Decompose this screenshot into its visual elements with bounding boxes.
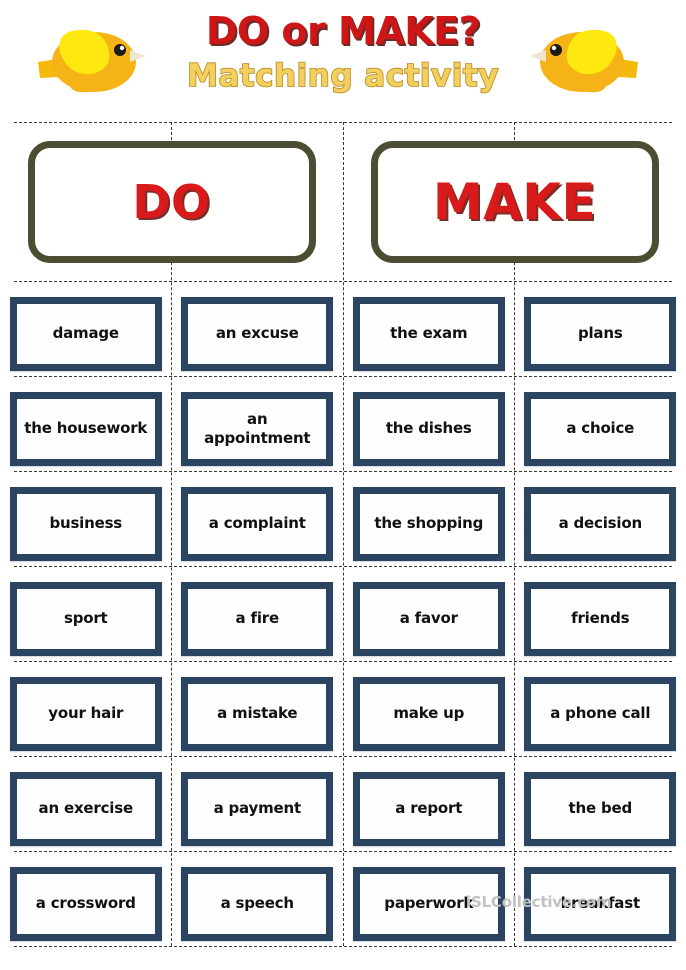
word-card[interactable]: a payment bbox=[181, 771, 334, 846]
card-row: the housework an appointment the dishes … bbox=[0, 381, 686, 476]
category-header-row: DO MAKE bbox=[0, 132, 686, 272]
word-card-label: the dishes bbox=[385, 419, 472, 437]
word-card-label: sport bbox=[63, 609, 108, 627]
card-cell: an excuse bbox=[172, 286, 344, 381]
word-card[interactable]: your hair bbox=[9, 676, 162, 751]
card-cell: a report bbox=[343, 761, 515, 856]
word-card-label: the shopping bbox=[374, 514, 484, 532]
word-card-label: a speech bbox=[220, 894, 295, 912]
watermark: iSLCollective.com bbox=[466, 893, 612, 911]
card-cell: an appointment bbox=[172, 381, 344, 476]
word-card[interactable]: an appointment bbox=[181, 391, 334, 466]
card-cell: a mistake bbox=[172, 666, 344, 761]
word-card-label: the bed bbox=[568, 799, 633, 817]
word-card-label: plans bbox=[577, 324, 623, 342]
word-card[interactable]: friends bbox=[524, 581, 677, 656]
word-card[interactable]: the shopping bbox=[352, 486, 505, 561]
card-cell: a complaint bbox=[172, 476, 344, 571]
word-card[interactable]: a report bbox=[352, 771, 505, 846]
card-cell: business bbox=[0, 476, 172, 571]
category-label-make: MAKE bbox=[432, 173, 597, 231]
word-card-label: damage bbox=[52, 324, 120, 342]
word-card[interactable]: the bed bbox=[524, 771, 677, 846]
word-card-label: a payment bbox=[213, 799, 302, 817]
card-cell: the bed bbox=[515, 761, 686, 856]
card-cell: an exercise bbox=[0, 761, 172, 856]
word-card-label: a favor bbox=[399, 609, 458, 627]
card-cell: a fire bbox=[172, 571, 344, 666]
word-card-label: a mistake bbox=[217, 704, 298, 722]
word-card[interactable]: sport bbox=[9, 581, 162, 656]
word-card[interactable]: the dishes bbox=[352, 391, 505, 466]
category-box-make[interactable]: MAKE bbox=[370, 141, 659, 263]
word-card[interactable]: plans bbox=[524, 296, 677, 371]
card-cell: the shopping bbox=[343, 476, 515, 571]
word-card[interactable]: a speech bbox=[181, 866, 334, 941]
card-row: business a complaint the shopping a deci… bbox=[0, 476, 686, 571]
word-card-label: an appointment bbox=[204, 409, 311, 447]
word-card[interactable]: the housework bbox=[9, 391, 162, 466]
category-cell-make: MAKE bbox=[343, 132, 686, 272]
card-cell: the exam bbox=[343, 286, 515, 381]
word-card[interactable]: an excuse bbox=[181, 296, 334, 371]
word-card[interactable]: a phone call bbox=[524, 676, 677, 751]
card-cell: damage bbox=[0, 286, 172, 381]
word-card-label: the housework bbox=[24, 419, 148, 437]
word-card[interactable]: the exam bbox=[352, 296, 505, 371]
word-card[interactable]: a decision bbox=[524, 486, 677, 561]
category-label-do: DO bbox=[132, 175, 211, 229]
word-card[interactable]: damage bbox=[9, 296, 162, 371]
word-card[interactable]: a choice bbox=[524, 391, 677, 466]
card-cell: a speech bbox=[172, 856, 344, 951]
card-cell: a crossword bbox=[0, 856, 172, 951]
word-card-label: a choice bbox=[566, 419, 635, 437]
card-cell: your hair bbox=[0, 666, 172, 761]
word-card-label: your hair bbox=[48, 704, 124, 722]
word-card-label: a report bbox=[395, 799, 463, 817]
card-cell: the housework bbox=[0, 381, 172, 476]
bird-icon bbox=[528, 18, 646, 100]
word-card[interactable]: a complaint bbox=[181, 486, 334, 561]
card-cell: sport bbox=[0, 571, 172, 666]
word-card[interactable]: make up bbox=[352, 676, 505, 751]
card-cell: a choice bbox=[515, 381, 686, 476]
word-card-label: an excuse bbox=[215, 324, 299, 342]
category-box-do[interactable]: DO bbox=[27, 141, 316, 263]
card-cell: the dishes bbox=[343, 381, 515, 476]
word-card[interactable]: an exercise bbox=[9, 771, 162, 846]
card-cell: a phone call bbox=[515, 666, 686, 761]
word-card[interactable]: business bbox=[9, 486, 162, 561]
word-card-label: a crossword bbox=[35, 894, 136, 912]
card-cell: a payment bbox=[172, 761, 344, 856]
word-card-label: a decision bbox=[558, 514, 643, 532]
word-card-label: a fire bbox=[235, 609, 280, 627]
word-card-label: a complaint bbox=[208, 514, 306, 532]
card-cell: a favor bbox=[343, 571, 515, 666]
word-card-label: an exercise bbox=[38, 799, 134, 817]
card-cell: make up bbox=[343, 666, 515, 761]
card-cell: friends bbox=[515, 571, 686, 666]
category-cell-do: DO bbox=[0, 132, 343, 272]
word-card[interactable]: a mistake bbox=[181, 676, 334, 751]
word-card-label: business bbox=[49, 514, 123, 532]
word-card-label: paperwork bbox=[384, 894, 474, 912]
word-card[interactable]: a crossword bbox=[9, 866, 162, 941]
card-row: damage an excuse the exam plans bbox=[0, 286, 686, 381]
card-row: an exercise a payment a report the bed bbox=[0, 761, 686, 856]
word-card-label: make up bbox=[393, 704, 465, 722]
card-row: sport a fire a favor friends bbox=[0, 571, 686, 666]
word-card[interactable]: a fire bbox=[181, 581, 334, 656]
worksheet-page: DO or MAKE? Matching activity DO MAKE da… bbox=[0, 0, 686, 970]
word-card-label: friends bbox=[571, 609, 630, 627]
word-card[interactable]: a favor bbox=[352, 581, 505, 656]
card-cell: plans bbox=[515, 286, 686, 381]
card-cell: a decision bbox=[515, 476, 686, 571]
card-row: your hair a mistake make up a phone call bbox=[0, 666, 686, 761]
word-card-label: a phone call bbox=[550, 704, 651, 722]
worksheet-header: DO or MAKE? Matching activity bbox=[0, 0, 686, 118]
word-card-label: the exam bbox=[390, 324, 468, 342]
card-grid: damage an excuse the exam plans the hous… bbox=[0, 286, 686, 951]
